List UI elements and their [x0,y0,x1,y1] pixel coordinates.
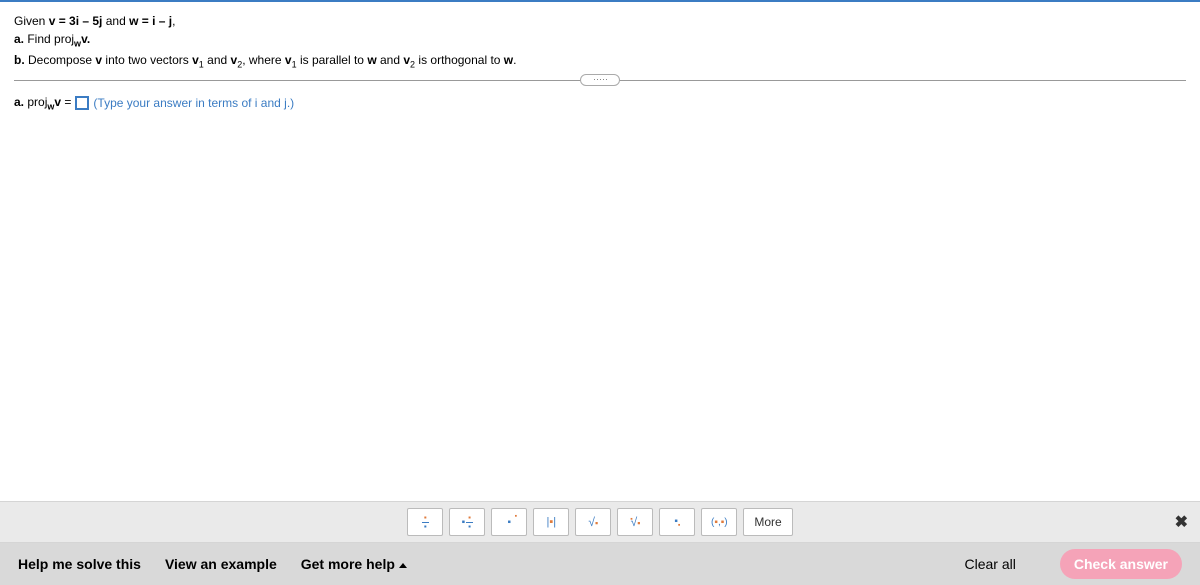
caret-up-icon [399,563,407,568]
answer-line: a. projwv = (Type your answer in terms o… [14,95,1186,111]
bottom-bar: Help me solve this View an example Get m… [0,543,1200,585]
answer-hint: (Type your answer in terms of i and j.) [93,96,294,110]
period: . [513,53,516,67]
part-a-v: v. [81,32,90,46]
and2: and [377,53,404,67]
subscript-button[interactable]: ▪▪ [659,508,695,536]
answer-equals: = [61,95,71,109]
part-b-text1: Decompose [25,53,96,67]
given-and: and [102,14,129,28]
fraction-button[interactable]: ▪▪ [407,508,443,536]
coordinate-button[interactable]: (▪,▪) [701,508,737,536]
orth: is orthogonal to [415,53,504,67]
w1: w [367,53,376,67]
given-w: w = i – j [129,14,172,28]
view-example-link[interactable]: View an example [165,556,277,572]
parallel: is parallel to [297,53,368,67]
w2: w [504,53,513,67]
given-prefix: Given [14,14,49,28]
answer-proj: proj [24,95,47,109]
given-v: v = 3i – 5j [49,14,103,28]
more-button[interactable]: More [743,508,792,536]
clear-all-link[interactable]: Clear all [964,556,1015,572]
nth-root-button[interactable]: ▪√▪ [617,508,653,536]
answer-a-label: a. [14,95,24,109]
divider-toggle[interactable] [580,74,620,86]
part-b: b. Decompose v into two vectors v1 and v… [14,51,1186,72]
help-solve-link[interactable]: Help me solve this [18,556,141,572]
given-comma: , [172,14,175,28]
v1b: v [285,53,292,67]
mixed-number-button[interactable]: ▪▪▪ [449,508,485,536]
where: , where [242,53,285,67]
v1: v [192,53,199,67]
get-more-help-label: Get more help [301,556,395,572]
get-more-help-link[interactable]: Get more help [301,556,407,572]
part-a: a. Find projwv. [14,30,1186,51]
math-toolbar: ▪▪ ▪▪▪ ▪▪ |▪| √▪ ▪√▪ ▪▪ (▪,▪) More ✖ [0,501,1200,543]
question-given: Given v = 3i – 5j and w = i – j, [14,12,1186,30]
exponent-button[interactable]: ▪▪ [491,508,527,536]
part-b-into: into two vectors [102,53,192,67]
question-block: Given v = 3i – 5j and w = i – j, a. Find… [14,12,1186,72]
part-b-label: b. [14,53,25,67]
check-answer-button[interactable]: Check answer [1060,549,1182,579]
close-toolbar-icon[interactable]: ✖ [1175,512,1188,532]
absolute-value-button[interactable]: |▪| [533,508,569,536]
square-root-button[interactable]: √▪ [575,508,611,536]
and1: and [204,53,231,67]
part-a-label: a. [14,32,24,46]
part-a-sub: w [74,38,81,48]
part-a-text: Find proj [24,32,74,46]
answer-input[interactable] [75,96,89,110]
